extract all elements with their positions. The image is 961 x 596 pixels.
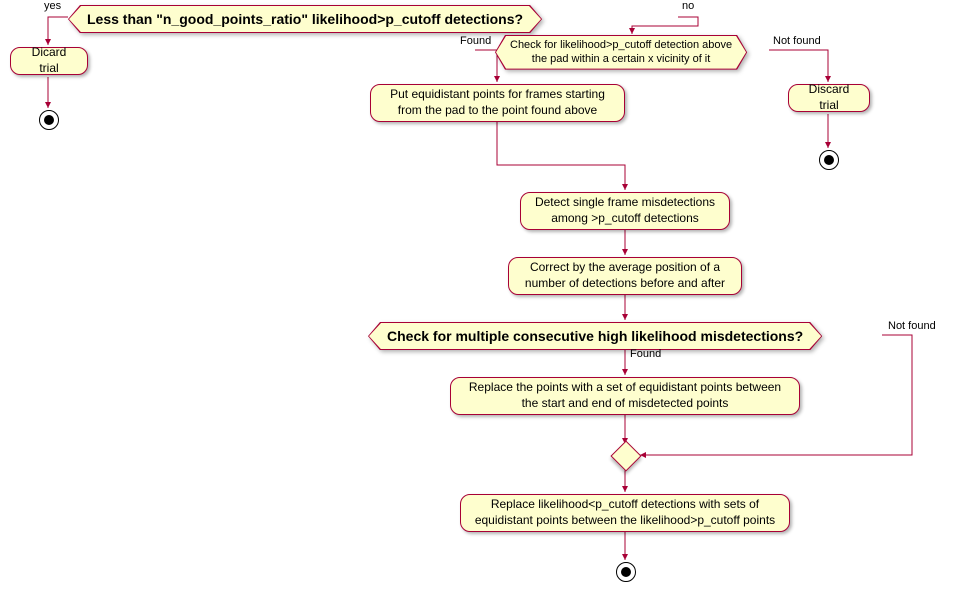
action-replace-low-likelihood: Replace likelihood<p_cutoff detections w… xyxy=(460,494,790,532)
edge-label-no: no xyxy=(682,0,694,12)
end-node-right xyxy=(819,150,839,170)
action-put-equidistant-points: Put equidistant points for frames starti… xyxy=(370,84,625,122)
action-correct-by-average: Correct by the average position of anumb… xyxy=(508,257,742,295)
end-node-left xyxy=(39,110,59,130)
action-replace-with-equidistant-set: Replace the points with a set of equidis… xyxy=(450,377,800,415)
decision-n-good-points-ratio: Less than "n_good_points_ratio" likeliho… xyxy=(68,5,542,33)
action-discard-trial-left: Dicard trial xyxy=(10,47,88,75)
edge-label-notfound-d2: Not found xyxy=(773,35,821,47)
action-detect-single-frame: Detect single frame misdetectionsamong >… xyxy=(520,192,730,230)
edge-label-found-d2: Found xyxy=(460,35,491,47)
edge-label-yes: yes xyxy=(44,0,61,12)
decision-check-above-pad: Check for likelihood>p_cutoff detection … xyxy=(495,35,747,70)
edge-label-found-d3: Found xyxy=(630,348,661,360)
action-discard-trial-right: Discard trial xyxy=(788,84,870,112)
end-node-bottom xyxy=(616,562,636,582)
merge-diamond xyxy=(610,440,641,471)
decision-multiple-consecutive: Check for multiple consecutive high like… xyxy=(368,322,822,350)
edge-label-notfound-d3: Not found xyxy=(888,320,936,332)
